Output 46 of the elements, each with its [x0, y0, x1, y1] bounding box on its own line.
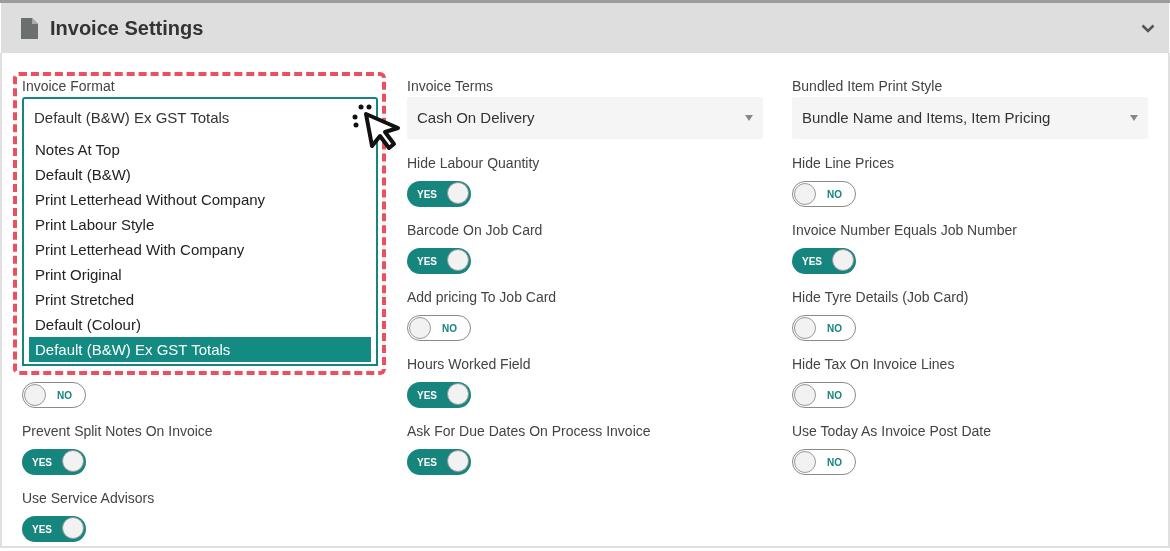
field-label: Hide Line Prices: [792, 154, 895, 173]
field-label: Hide Tax On Invoice Lines: [792, 355, 956, 374]
field-label: Hours Worked Field: [407, 355, 532, 374]
dropdown-option[interactable]: Print Letterhead Without Company: [29, 187, 371, 212]
field-label: Use Service Advisors: [22, 489, 156, 508]
field-label: Barcode On Job Card: [407, 221, 544, 240]
field-label: Invoice Terms: [407, 77, 495, 96]
toggle-switch[interactable]: NO: [407, 315, 471, 341]
toggle-switch[interactable]: YES: [22, 449, 86, 475]
dropdown-option[interactable]: Default (B&W) Ex GST Totals: [29, 337, 371, 362]
toggle-switch[interactable]: YES: [407, 248, 471, 274]
caret-icon: [1130, 115, 1138, 121]
toggle-switch[interactable]: NO: [792, 181, 856, 207]
select-field[interactable]: Default (B&W) Ex GST Totals: [22, 97, 378, 139]
toggle-switch[interactable]: YES: [407, 181, 471, 207]
chevron-down-icon[interactable]: [1141, 23, 1155, 33]
panel-title: Invoice Settings: [50, 16, 204, 41]
field-label: Invoice Format: [22, 77, 116, 96]
dropdown-option[interactable]: Print Stretched: [29, 287, 371, 312]
toggle-switch[interactable]: YES: [792, 248, 856, 274]
toggle-switch[interactable]: NO: [792, 382, 856, 408]
dropdown-option[interactable]: Print Labour Style: [29, 212, 371, 237]
field-label: Hide Tyre Details (Job Card): [792, 288, 970, 307]
field-label: Add pricing To Job Card: [407, 288, 558, 307]
dropdown-option[interactable]: Print Letterhead With Company: [29, 237, 371, 262]
document-icon: [21, 17, 38, 39]
toggle-switch[interactable]: NO: [792, 315, 856, 341]
field-label: Use Today As Invoice Post Date: [792, 422, 992, 441]
field-label: Ask For Due Dates On Process Invoice: [407, 422, 652, 441]
toggle-switch[interactable]: YES: [407, 449, 471, 475]
field-label: Hide Labour Quantity: [407, 154, 541, 173]
panel-header[interactable]: Invoice Settings: [1, 3, 1169, 53]
caret-icon: [745, 115, 753, 121]
toggle-switch[interactable]: NO: [792, 449, 856, 475]
dropdown-option[interactable]: Print Original: [29, 262, 371, 287]
select-field[interactable]: Cash On Delivery: [407, 97, 763, 139]
select-field[interactable]: Bundle Name and Items, Item Pricing: [792, 97, 1148, 139]
dropdown-option[interactable]: Default (Colour): [29, 312, 371, 337]
toggle-switch[interactable]: NO: [22, 382, 86, 408]
toggle-switch[interactable]: YES: [22, 516, 86, 542]
dropdown-option[interactable]: Default (B&W): [29, 162, 371, 187]
dropdown-option[interactable]: Notes At Top: [29, 137, 371, 162]
field-label: Bundled Item Print Style: [792, 77, 944, 96]
field-label: Invoice Number Equals Job Number: [792, 221, 1018, 240]
toggle-switch[interactable]: YES: [407, 382, 471, 408]
field-label: Prevent Split Notes On Invoice: [22, 422, 214, 441]
